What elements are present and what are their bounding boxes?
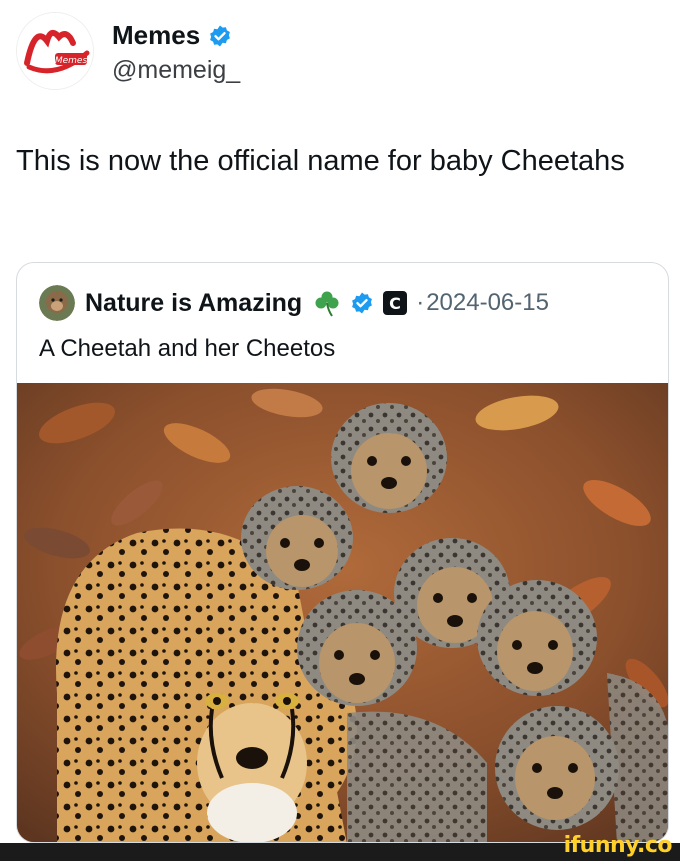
quoted-tweet-header: Nature is Amazing C · 2024-06-15 [39, 285, 549, 321]
quoted-author-avatar[interactable] [39, 285, 75, 321]
ifunny-watermark: ifunny.co [563, 833, 673, 858]
verified-badge-icon [350, 291, 374, 315]
verified-badge-icon [208, 24, 232, 48]
monkey-avatar-icon [39, 285, 75, 321]
quoted-tweet-date[interactable]: 2024-06-15 [426, 289, 549, 317]
cheetah-cubs-photo[interactable] [17, 383, 668, 842]
quoted-tweet-text: A Cheetah and her Cheetos [39, 335, 336, 362]
memes-logo-icon: Memes [17, 13, 93, 89]
author-name[interactable]: Memes [112, 20, 200, 51]
quoted-author-name[interactable]: Nature is Amazing [85, 289, 302, 318]
svg-text:Memes: Memes [55, 56, 88, 66]
cheetah-photo-illustration [17, 383, 668, 842]
post-header: Memes Memes @memeig_ [16, 12, 656, 92]
author-avatar[interactable]: Memes [16, 12, 94, 90]
author-handle[interactable]: @memeig_ [112, 56, 240, 85]
affiliate-badge-icon: C [382, 290, 408, 316]
clover-emoji-icon [312, 288, 342, 318]
quoted-tweet[interactable]: Nature is Amazing C · 2024-06-15 A Cheet… [16, 262, 669, 843]
post-body-text: This is now the official name for baby C… [16, 145, 625, 177]
date-separator: · [416, 289, 425, 316]
tweet-post: Memes Memes @memeig_ This is now the off… [0, 0, 680, 843]
svg-text:C: C [389, 294, 401, 313]
author-name-row: Memes [112, 20, 232, 51]
